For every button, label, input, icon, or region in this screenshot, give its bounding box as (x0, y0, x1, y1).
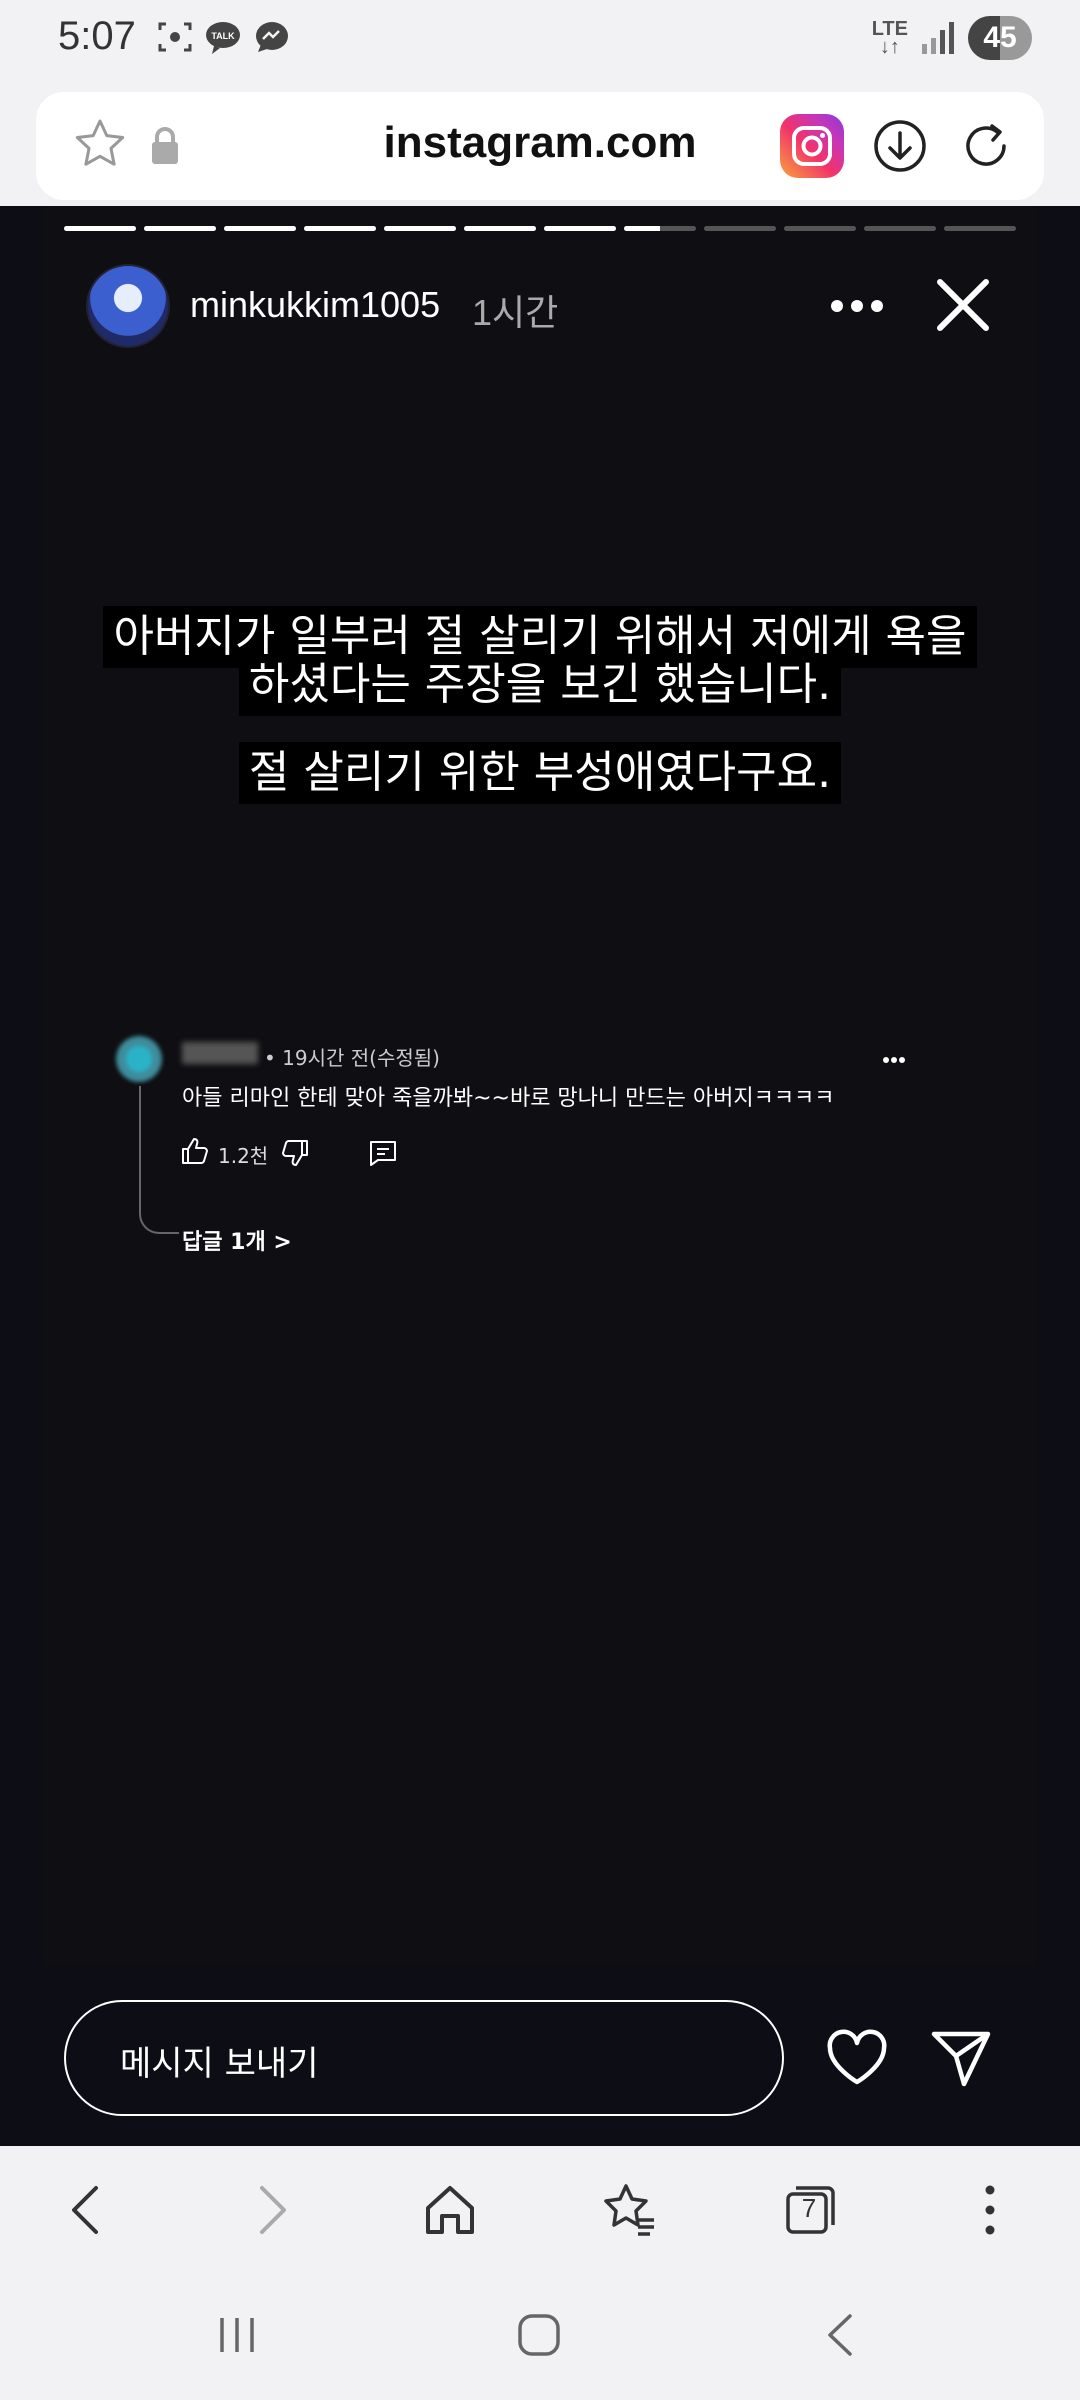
story-progress-segment (624, 226, 696, 231)
network-indicator: LTE ↓↑ (871, 18, 908, 58)
close-icon[interactable] (934, 276, 992, 334)
story-progress-segment (384, 226, 456, 231)
story-progress-segment (784, 226, 856, 231)
bookmarks-icon[interactable] (600, 2180, 660, 2240)
story-progress-segment (464, 226, 536, 231)
story-progress-fill (544, 226, 616, 231)
more-options-icon[interactable] (828, 296, 886, 316)
tabs-count: 7 (801, 2193, 817, 2223)
story-progress-fill (144, 226, 216, 231)
comment-like-count: 1.2천 (218, 1144, 269, 1168)
comment-text: 아들 리마인 한테 맞아 죽을까봐~~바로 망나니 만드는 아버지ㅋㅋㅋㅋ (182, 1086, 835, 1111)
menu-icon[interactable] (960, 2180, 1020, 2240)
story-progress-bar (64, 226, 1016, 232)
story-caption-line-2: 하셨다는 주장을 보긴 했습니다. (0, 654, 1080, 716)
heart-icon[interactable] (824, 2026, 890, 2090)
story-progress-segment (64, 226, 136, 231)
reply-comment-icon (370, 1141, 396, 1166)
comment-meta: • 19시간 전(수정됨) (264, 1046, 440, 1070)
svg-text:TALK: TALK (211, 31, 235, 41)
reload-icon[interactable] (956, 116, 1016, 176)
comment-thread-line (139, 1086, 179, 1234)
story-progress-fill (624, 226, 660, 231)
send-icon[interactable] (928, 2026, 994, 2090)
browser-toolbar (0, 2146, 1080, 2270)
status-time: 5:07 (58, 14, 136, 58)
messenger-icon (256, 22, 288, 52)
comment-more-icon (883, 1057, 905, 1063)
comment-replies-link: 답글 1개 > (182, 1230, 292, 1255)
url-bar[interactable]: instagram.com (36, 92, 1044, 200)
story-progress-fill (464, 226, 536, 231)
story-progress-segment (864, 226, 936, 231)
story-progress-segment (704, 226, 776, 231)
story-progress-fill (304, 226, 376, 231)
story-progress-segment (304, 226, 376, 231)
story-caption-line-3: 절 살리기 위한 부성애였다구요. (0, 742, 1080, 804)
story-progress-segment (944, 226, 1016, 231)
notification-icons: TALK (156, 18, 290, 56)
story-progress-fill (224, 226, 296, 231)
battery-indicator: 45 (968, 16, 1032, 60)
back-button-icon[interactable] (816, 2310, 866, 2360)
home-icon[interactable] (420, 2180, 480, 2240)
story-progress-segment (144, 226, 216, 231)
story-author-avatar[interactable] (86, 264, 170, 348)
home-button-icon[interactable] (514, 2310, 564, 2360)
thumbs-down-icon (282, 1140, 308, 1166)
story-progress-segment (224, 226, 296, 231)
send-message-placeholder: 메시지 보내기 (120, 2044, 319, 2084)
instagram-app-icon[interactable] (780, 114, 844, 178)
download-icon[interactable] (870, 116, 930, 176)
screenshot-icon (158, 22, 192, 52)
story-progress-fill (64, 226, 136, 231)
story-progress-segment (544, 226, 616, 231)
forward-icon[interactable] (240, 2180, 300, 2240)
status-bar: 5:07 TALK LTE ↓↑ 45 (0, 0, 1080, 84)
comment-avatar-blurred (116, 1036, 162, 1082)
system-status: LTE ↓↑ 45 (872, 16, 1032, 60)
signal-icon (922, 22, 954, 54)
story-username[interactable]: minkukkim1005 (190, 284, 440, 326)
story-time-ago: 1시간 (472, 292, 559, 333)
thumbs-up-icon (182, 1138, 208, 1164)
recent-apps-icon[interactable] (212, 2310, 262, 2360)
comment-author-blurred (182, 1042, 258, 1064)
kakaotalk-icon: TALK (206, 22, 240, 54)
story-progress-fill (384, 226, 456, 231)
back-icon[interactable] (58, 2180, 118, 2240)
